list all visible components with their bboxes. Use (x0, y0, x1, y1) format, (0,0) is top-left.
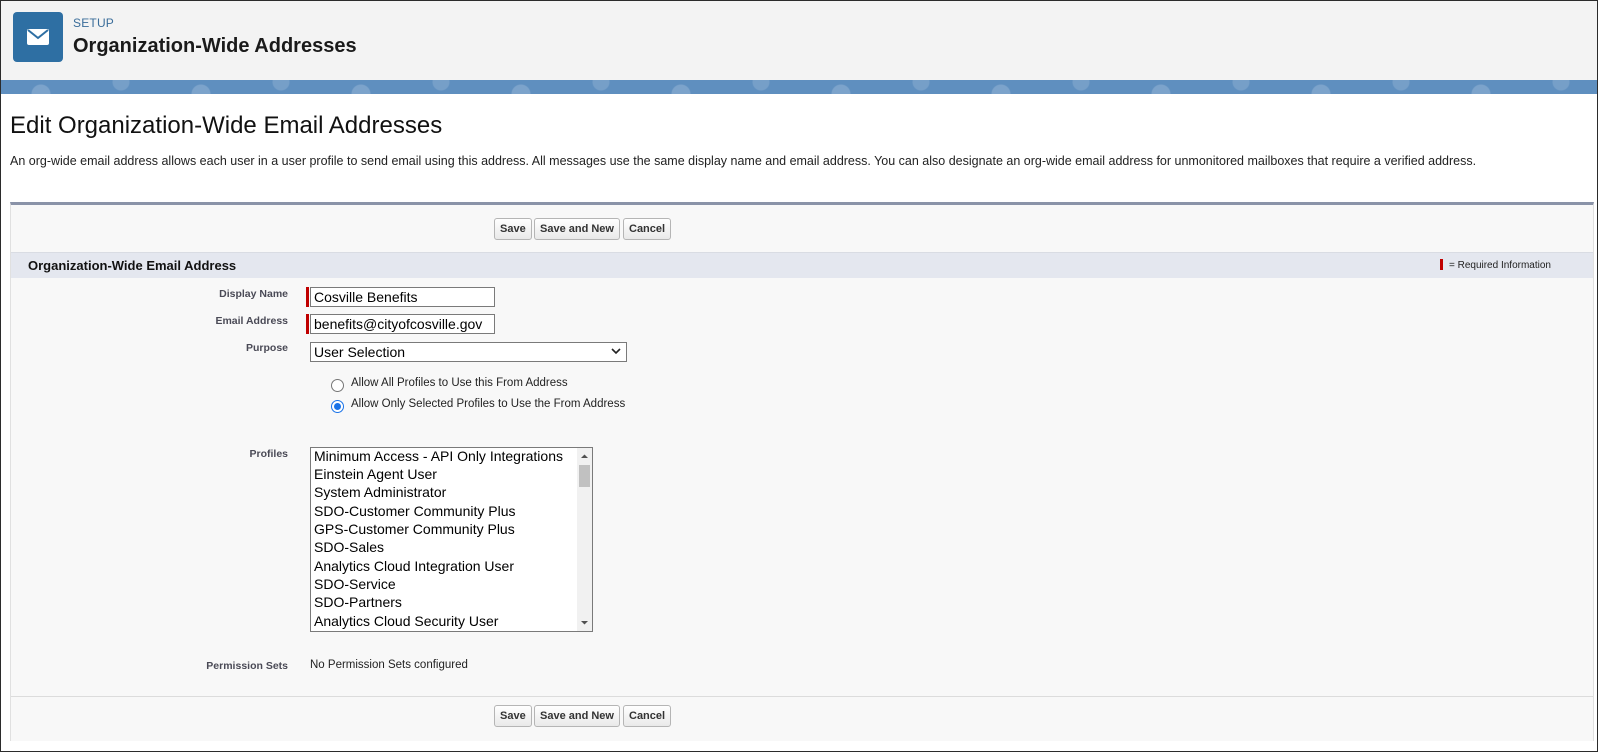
scroll-up-icon[interactable] (580, 452, 589, 461)
save-and-new-button[interactable]: Save and New (534, 705, 620, 727)
list-item[interactable]: Einstein Agent User (314, 466, 437, 482)
page-header: SETUP Organization-Wide Addresses (1, 1, 1597, 80)
envelope-icon (13, 12, 63, 62)
cancel-button[interactable]: Cancel (623, 218, 672, 240)
required-legend-text: = Required Information (1448, 260, 1551, 271)
email-address-label: Email Address (215, 315, 288, 327)
save-button[interactable]: Save (494, 705, 532, 727)
radio-allow-selected-profiles[interactable] (331, 400, 344, 413)
chevron-down-icon (611, 348, 621, 355)
profiles-listbox[interactable]: Minimum Access - API Only Integrations E… (310, 447, 593, 632)
required-marker-icon (306, 287, 309, 307)
purpose-select[interactable]: User Selection (310, 342, 627, 362)
list-item[interactable]: GPS-Customer Community Plus (314, 521, 515, 537)
setup-label: SETUP (73, 16, 115, 30)
top-button-row: Save Save and New Cancel (11, 218, 1593, 242)
profiles-scrollbar[interactable] (577, 448, 592, 631)
bottom-button-row: Save Save and New Cancel (11, 705, 1593, 729)
radio-allow-selected-label: Allow Only Selected Profiles to Use the … (351, 398, 626, 410)
display-name-input[interactable] (310, 287, 495, 307)
list-item[interactable]: SDO-Partners (314, 594, 402, 610)
radio-allow-all-label: Allow All Profiles to Use this From Addr… (351, 377, 568, 389)
list-item[interactable]: SDO-Service (314, 576, 396, 592)
profiles-label: Profiles (249, 448, 288, 460)
header-title: Organization-Wide Addresses (73, 35, 357, 57)
purpose-selected-value: User Selection (314, 344, 406, 360)
required-marker-icon (306, 314, 309, 334)
divider (11, 696, 1593, 697)
page-description: An org-wide email address allows each us… (10, 154, 1477, 168)
header-banner (1, 80, 1597, 94)
section-title: Organization-Wide Email Address (28, 258, 237, 273)
permission-sets-label: Permission Sets (206, 660, 288, 672)
section-header: Organization-Wide Email Address = Requir… (11, 252, 1593, 278)
scroll-down-icon[interactable] (580, 618, 589, 627)
radio-allow-all-profiles[interactable] (331, 379, 344, 392)
list-item[interactable]: SDO-Customer Community Plus (314, 503, 516, 519)
list-item[interactable]: Analytics Cloud Security User (314, 613, 498, 629)
list-item[interactable]: Minimum Access - API Only Integrations (314, 448, 563, 464)
permission-sets-value: No Permission Sets configured (310, 659, 468, 671)
list-item[interactable]: Analytics Cloud Integration User (314, 558, 514, 574)
list-item[interactable]: SDO-Sales (314, 539, 384, 555)
page-title: Edit Organization-Wide Email Addresses (10, 112, 443, 139)
save-and-new-button[interactable]: Save and New (534, 218, 620, 240)
list-item[interactable]: System Administrator (314, 484, 446, 500)
purpose-label: Purpose (245, 342, 288, 354)
required-marker-icon (1439, 259, 1443, 270)
window: SETUP Organization-Wide Addresses Edit O… (0, 0, 1598, 752)
email-address-input[interactable] (310, 314, 495, 334)
scroll-thumb[interactable] (579, 465, 590, 487)
save-button[interactable]: Save (494, 218, 532, 240)
required-legend: = Required Information (1439, 259, 1551, 271)
edit-panel: Save Save and New Cancel Organization-Wi… (10, 202, 1594, 741)
display-name-label: Display Name (219, 288, 288, 300)
cancel-button[interactable]: Cancel (623, 705, 672, 727)
